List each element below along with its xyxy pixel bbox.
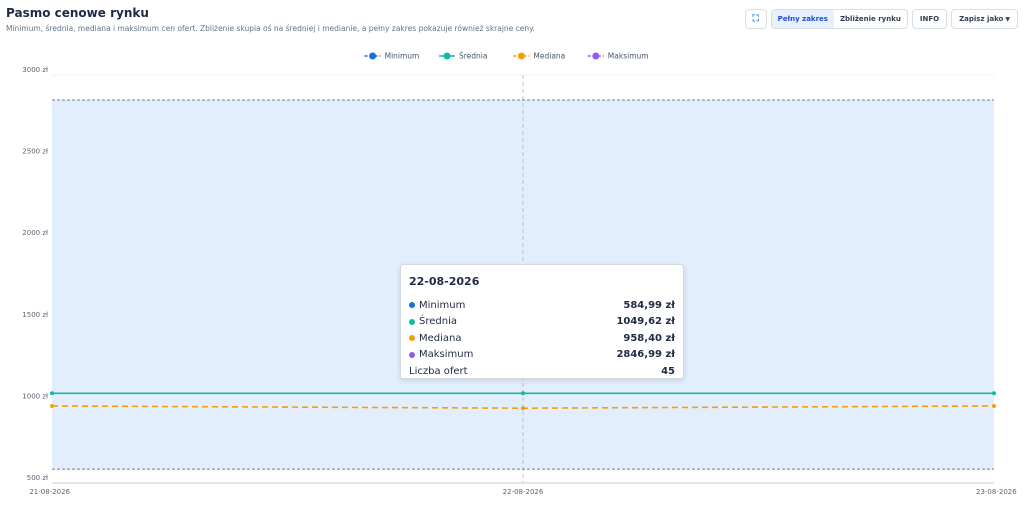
legend-label: Minimum [385,52,420,61]
tooltip-dot-maximum [409,351,415,358]
data-point [521,391,525,396]
tooltip-label: Maksimum [419,349,474,361]
tooltip-value: 1049,62 zł [616,316,675,328]
tooltip-value: 2846,99 zł [616,349,675,361]
y-tick-label: 500 zł [27,474,48,482]
legend-marker [517,52,525,60]
y-tick-label: 2000 zł [22,229,48,237]
tooltip-row-minimum: Minimum 584,99 zł [409,297,675,314]
x-tick-label: 23-08-2026 [976,488,1017,496]
tooltip-label: Średnia [419,316,457,328]
data-point [992,403,996,408]
data-point [50,403,54,408]
data-point [521,406,525,411]
tooltip-date: 22-08-2026 [409,275,480,288]
tooltip-row-average: Średnia 1049,62 zł [409,314,675,331]
price-band-chart: 500 zł 1000 zł 1500 zł 2000 zł 2500 zł 3000 z… [22,52,1017,497]
tooltip-dot-minimum [409,302,415,309]
tooltip-dot-median [409,335,415,342]
data-point [992,391,996,396]
legend-label: Średnia [459,52,488,61]
tooltip-label: Minimum [419,299,466,311]
tooltip-value: 958,40 zł [623,332,675,344]
y-tick-label: 1500 zł [22,311,48,319]
y-tick-label: 2500 zł [22,148,48,156]
tooltip-dot-average [409,318,415,325]
y-tick-label: 1000 zł [22,392,48,400]
tooltip-count-value: 45 [661,365,675,377]
y-tick-label: 3000 zł [22,66,48,74]
x-tick-label: 21-08-2026 [29,488,70,496]
data-point [50,391,54,396]
tooltip-row-median: Mediana 958,40 zł [409,330,675,347]
legend-marker [443,52,451,60]
legend-label: Maksimum [608,52,649,61]
chart-tooltip: 22-08-2026 Minimum 584,99 zł Średnia 104… [400,264,684,379]
tooltip-count-label: Liczba ofert [409,365,468,377]
legend-marker [592,52,600,60]
tooltip-row-maximum: Maksimum 2846,99 zł [409,347,675,364]
x-tick-label: 22-08-2026 [503,488,544,496]
legend-label: Mediana [533,52,565,61]
tooltip-label: Mediana [419,332,462,344]
legend-marker [369,52,377,60]
tooltip-value: 584,99 zł [623,299,675,311]
tooltip-row-count: Liczba ofert 45 [409,363,675,380]
